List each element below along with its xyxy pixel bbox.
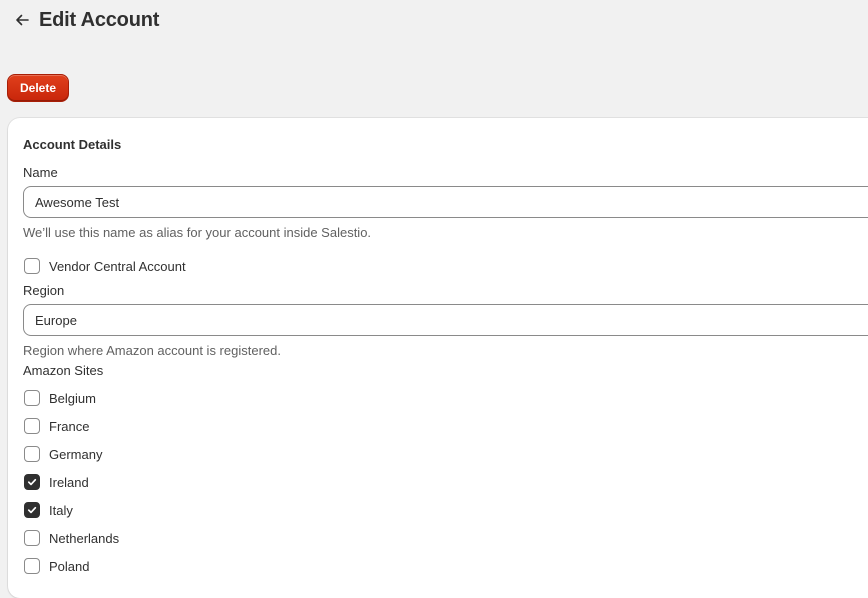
amazon-sites-label: Amazon Sites	[23, 363, 104, 378]
site-checkbox[interactable]	[24, 418, 40, 434]
site-label: Belgium	[49, 390, 96, 406]
vendor-central-checkbox-row[interactable]: Vendor Central Account	[24, 257, 186, 275]
site-checkbox-checked[interactable]	[24, 502, 40, 518]
region-help-text: Region where Amazon account is registere…	[23, 343, 281, 358]
section-title: Account Details	[23, 137, 122, 152]
vendor-central-label: Vendor Central Account	[49, 258, 186, 274]
site-label: Poland	[49, 558, 90, 574]
site-checkbox[interactable]	[24, 390, 40, 406]
site-checkbox-row[interactable]: Italy	[24, 501, 73, 519]
region-label: Region	[23, 283, 65, 298]
site-checkbox-checked[interactable]	[24, 474, 40, 490]
account-details-card: Account Details Name Awesome Test We’ll …	[8, 118, 868, 598]
site-label: France	[49, 418, 90, 434]
arrow-left-icon	[16, 14, 29, 26]
site-label: Italy	[49, 502, 73, 518]
name-input[interactable]: Awesome Test	[23, 186, 868, 218]
back-button[interactable]	[12, 10, 32, 30]
site-checkbox-row[interactable]: Netherlands	[24, 529, 119, 547]
site-checkbox[interactable]	[24, 530, 40, 546]
site-checkbox-row[interactable]: Germany	[24, 445, 102, 463]
site-checkbox[interactable]	[24, 558, 40, 574]
page-title: Edit Account	[39, 8, 160, 31]
site-label: Netherlands	[49, 530, 120, 546]
name-help-text: We’ll use this name as alias for your ac…	[23, 225, 372, 240]
page-header: Edit Account	[12, 6, 159, 34]
site-checkbox-row[interactable]: France	[24, 417, 89, 435]
region-select[interactable]: Europe	[23, 304, 868, 336]
site-checkbox-row[interactable]: Belgium	[24, 389, 96, 407]
checkmark-icon	[27, 478, 37, 486]
site-checkbox-row[interactable]: Poland	[24, 557, 89, 575]
vendor-central-checkbox[interactable]	[24, 258, 40, 274]
site-label: Ireland	[49, 474, 89, 490]
site-label: Germany	[49, 446, 103, 462]
delete-button[interactable]: Delete	[7, 74, 69, 102]
site-checkbox[interactable]	[24, 446, 40, 462]
checkmark-icon	[27, 506, 37, 514]
name-label: Name	[23, 165, 58, 180]
site-checkbox-row[interactable]: Ireland	[24, 473, 89, 491]
